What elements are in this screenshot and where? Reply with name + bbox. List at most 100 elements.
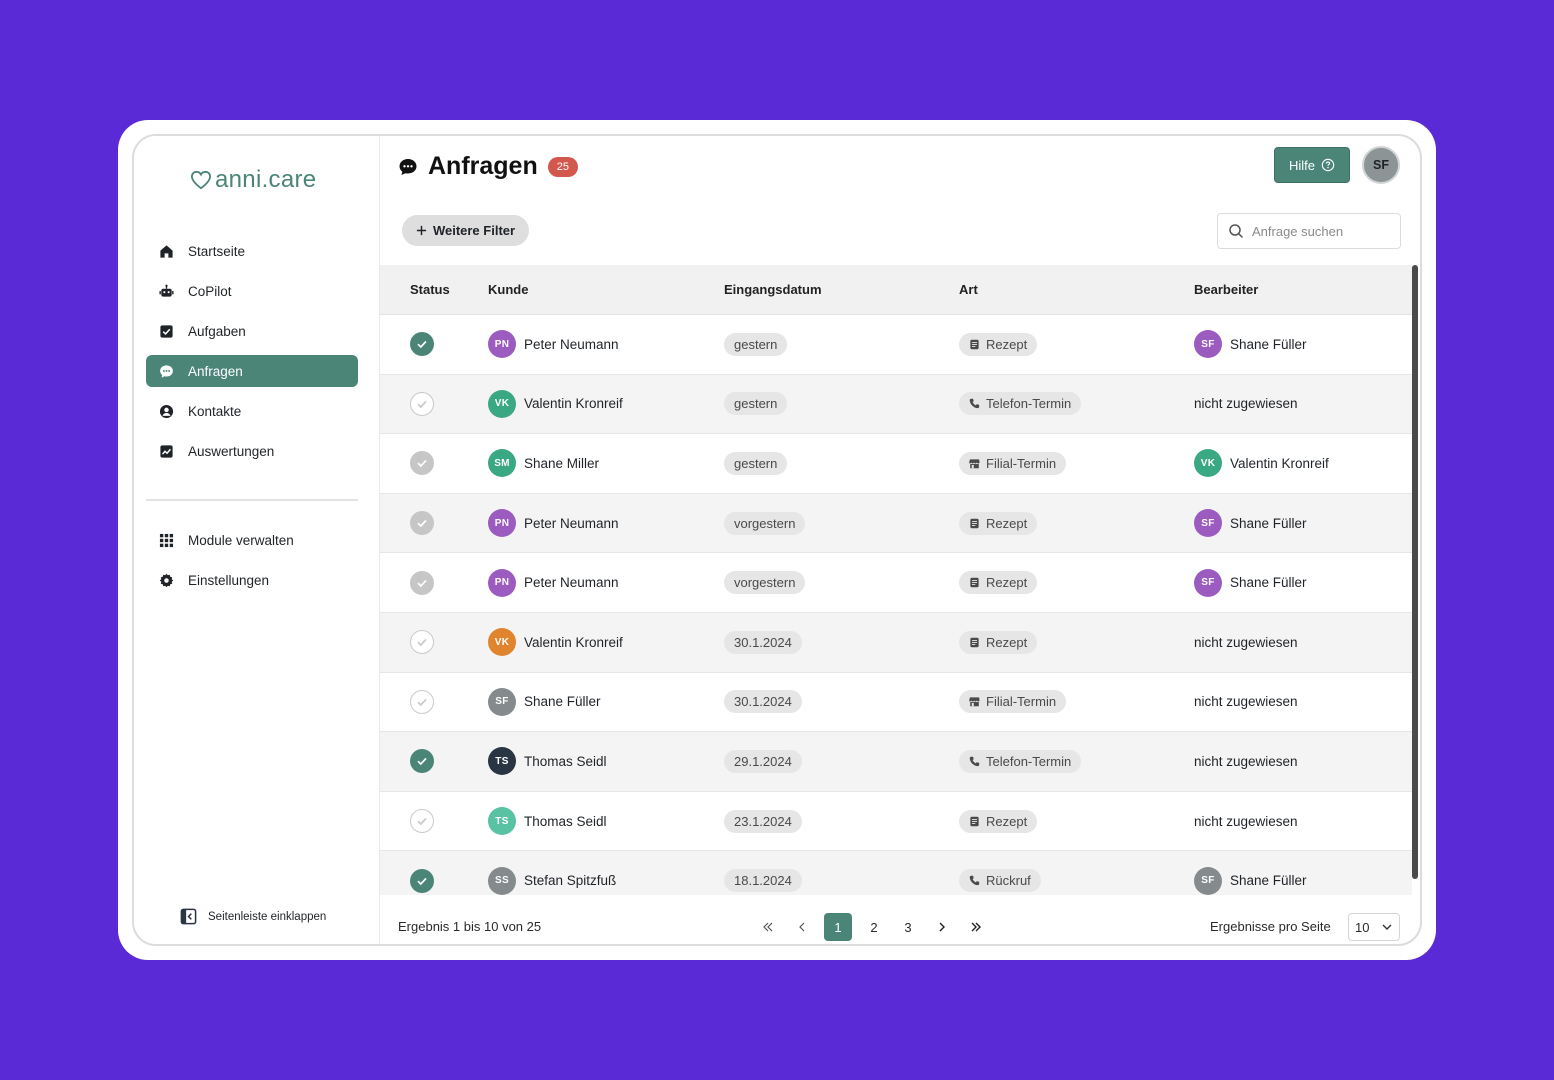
per-page-select[interactable]: 10: [1348, 913, 1400, 941]
collapse-sidebar-button[interactable]: Seitenleiste einklappen: [180, 908, 326, 925]
table-row[interactable]: SF Shane Füller 30.1.2024 Filial-Termin nich…: [380, 673, 1412, 733]
filter-label: Weitere Filter: [432, 223, 516, 238]
assignee-name[interactable]: Shane Füller: [1230, 337, 1307, 352]
next-page-button[interactable]: [926, 913, 958, 941]
assignee-name[interactable]: Shane Füller: [1230, 873, 1307, 888]
assignee-name[interactable]: nicht zugewiesen: [1194, 814, 1298, 829]
sidebar-collapse-icon: [180, 908, 197, 925]
first-page-button[interactable]: [752, 913, 784, 941]
sidebar-item-label: Aufgaben: [188, 323, 246, 339]
sidebar-item-einstellungen[interactable]: Einstellungen: [146, 564, 358, 596]
date-pill: vorgestern: [724, 511, 806, 535]
plus-icon: [416, 225, 427, 236]
checkbox-icon: [158, 323, 174, 339]
sidebar-item-kontakte[interactable]: Kontakte: [146, 395, 358, 427]
type-pill: Rezept: [959, 332, 1038, 356]
more-filters-button[interactable]: Weitere Filter: [402, 215, 529, 246]
table-row[interactable]: VK Valentin Kronreif 30.1.2024 Rezept nicht …: [380, 612, 1412, 673]
assignee-name[interactable]: nicht zugewiesen: [1194, 694, 1298, 709]
table-row[interactable]: SM Shane Miller gestern Filial-Termin VK Vale…: [380, 434, 1412, 494]
column-header-art[interactable]: Art: [959, 282, 1194, 297]
search-icon: [1229, 224, 1244, 239]
user-avatar[interactable]: SF: [1362, 146, 1400, 184]
store-icon: [969, 696, 980, 707]
sidebar-item-module-verwalten[interactable]: Module verwalten: [146, 524, 358, 556]
column-header-status[interactable]: Status: [380, 282, 488, 297]
assignee-cell: nicht zugewiesen: [1194, 754, 1412, 769]
column-header-bearbeiter[interactable]: Bearbeiter: [1194, 282, 1412, 297]
assignee-name[interactable]: nicht zugewiesen: [1194, 754, 1298, 769]
table-scrollbar[interactable]: [1412, 265, 1418, 879]
status-cell: [380, 749, 488, 774]
type-cell: Rezept: [959, 511, 1194, 535]
assignee-cell: SF Shane Füller: [1194, 866, 1412, 895]
status-check-icon[interactable]: [410, 391, 434, 416]
type-label: Filial-Termin: [986, 694, 1057, 710]
sidebar-item-copilot[interactable]: CoPilot: [146, 275, 358, 307]
customer-name[interactable]: Shane Füller: [524, 694, 601, 709]
assignee-name[interactable]: nicht zugewiesen: [1194, 635, 1298, 650]
customer-name[interactable]: Shane Miller: [524, 456, 599, 471]
type-label: Rückruf: [986, 873, 1031, 889]
table-row[interactable]: PN Peter Neumann gestern Rezept SF Shane Füll…: [380, 315, 1412, 375]
assignee-name[interactable]: nicht zugewiesen: [1194, 396, 1298, 411]
date-pill: 29.1.2024: [724, 749, 802, 773]
customer-name[interactable]: Valentin Kronreif: [524, 635, 623, 650]
status-check-icon[interactable]: [410, 630, 434, 655]
help-button[interactable]: Hilfe: [1274, 147, 1350, 183]
customer-name[interactable]: Peter Neumann: [524, 516, 619, 531]
date-cell: 29.1.2024: [724, 749, 959, 773]
status-check-icon[interactable]: [410, 809, 434, 834]
column-header-kunde[interactable]: Kunde: [488, 282, 724, 297]
status-check-icon[interactable]: [410, 689, 434, 714]
table-row[interactable]: TS Thomas Seidl 23.1.2024 Rezept nicht zugew…: [380, 792, 1412, 852]
column-header-datum[interactable]: Eingangsdatum: [724, 282, 959, 297]
assignee-name[interactable]: Shane Füller: [1230, 575, 1307, 590]
logo[interactable]: anni.care: [190, 166, 316, 194]
status-cell: [380, 332, 488, 357]
status-check-icon[interactable]: [410, 868, 434, 893]
customer-name[interactable]: Peter Neumann: [524, 337, 619, 352]
customer-name[interactable]: Peter Neumann: [524, 575, 619, 590]
date-pill: 30.1.2024: [724, 690, 802, 714]
sidebar-item-label: Auswertungen: [188, 443, 275, 459]
status-check-icon[interactable]: [410, 451, 434, 476]
type-cell: Rezept: [959, 630, 1194, 654]
status-check-icon[interactable]: [410, 749, 434, 774]
sidebar-item-startseite[interactable]: Startseite: [146, 235, 358, 267]
sidebar-item-aufgaben[interactable]: Aufgaben: [146, 315, 358, 347]
table-row[interactable]: VK Valentin Kronreif gestern Telefon-Termin…: [380, 374, 1412, 435]
date-cell: 23.1.2024: [724, 809, 959, 833]
page-button-1[interactable]: 1: [824, 913, 852, 941]
customer-cell: TS Thomas Seidl: [488, 747, 724, 776]
date-pill: gestern: [724, 392, 788, 416]
date-pill: gestern: [724, 332, 788, 356]
app-window: anni.care Startseite CoPilot Aufgaben Anfra…: [132, 134, 1422, 946]
sidebar-item-auswertungen[interactable]: Auswertungen: [146, 435, 358, 467]
customer-cell: PN Peter Neumann: [488, 509, 724, 538]
sidebar-item-anfragen[interactable]: Anfragen: [146, 355, 358, 387]
last-page-button[interactable]: [960, 913, 992, 941]
table-row[interactable]: SS Stefan Spitzfuß 18.1.2024 Rückruf SF Shane…: [380, 851, 1412, 895]
table-row[interactable]: PN Peter Neumann vorgestern Rezept SF Shane F…: [380, 553, 1412, 613]
assignee-name[interactable]: Valentin Kronreif: [1230, 456, 1329, 471]
type-cell: Rückruf: [959, 869, 1194, 893]
assignee-cell: SF Shane Füller: [1194, 509, 1412, 538]
search-input[interactable]: [1252, 223, 1392, 239]
status-cell: [380, 868, 488, 893]
customer-name[interactable]: Stefan Spitzfuß: [524, 873, 616, 888]
page-button-2[interactable]: 2: [858, 913, 890, 941]
customer-name[interactable]: Valentin Kronreif: [524, 396, 623, 411]
assignee-name[interactable]: Shane Füller: [1230, 516, 1307, 531]
table-row[interactable]: PN Peter Neumann vorgestern Rezept SF Shane F…: [380, 493, 1412, 554]
status-check-icon[interactable]: [410, 570, 434, 595]
page-button-3[interactable]: 3: [892, 913, 924, 941]
status-check-icon[interactable]: [410, 332, 434, 357]
previous-page-button[interactable]: [786, 913, 818, 941]
sidebar-divider: [146, 499, 358, 501]
question-circle-icon: [1321, 158, 1335, 172]
customer-name[interactable]: Thomas Seidl: [524, 814, 607, 829]
table-row[interactable]: TS Thomas Seidl 29.1.2024 Telefon-Termin nic…: [380, 732, 1412, 792]
customer-name[interactable]: Thomas Seidl: [524, 754, 607, 769]
status-check-icon[interactable]: [410, 511, 434, 536]
